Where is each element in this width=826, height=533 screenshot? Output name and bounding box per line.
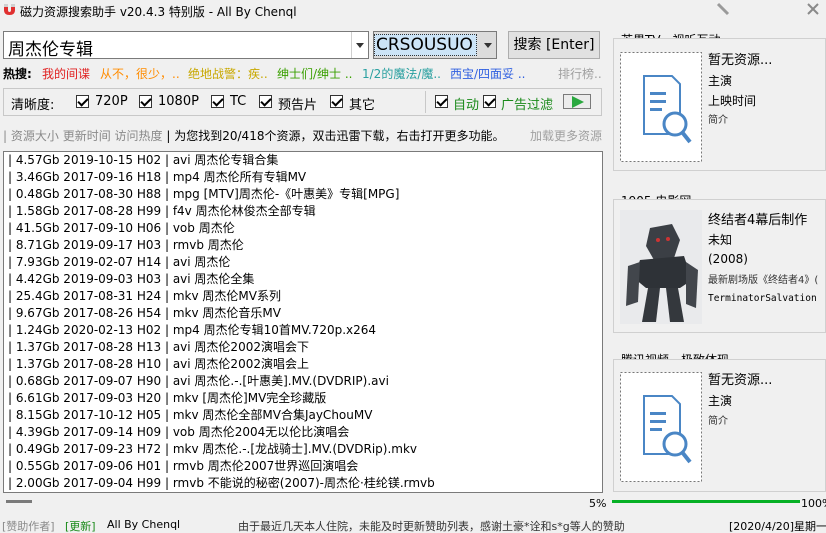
hot-item[interactable]: 绅士们/绅士 ..	[277, 65, 353, 82]
checkbox-label: 1080P	[158, 94, 199, 109]
close-icon[interactable]	[806, 2, 820, 16]
ad-filter-label: 广告过滤	[501, 98, 554, 113]
result-row[interactable]: | 1.24Gb 2020-02-13 H02 | mp4 周杰伦专辑10首MV…	[4, 322, 602, 339]
hot-item[interactable]: 绝地战警：疾..	[188, 65, 268, 82]
panel-name: 暂无资源...	[708, 373, 773, 388]
result-row[interactable]: | 0.48Gb 2017-08-30 H88 | mpg [MTV]周杰伦-《…	[4, 186, 602, 203]
load-more-link[interactable]: 加载更多资源	[530, 127, 602, 144]
checkbox-ad-filter[interactable]	[483, 95, 496, 108]
pin-icon[interactable]	[716, 2, 730, 16]
search-history-dropdown[interactable]	[351, 32, 368, 58]
chevron-down-icon	[483, 42, 492, 48]
checkbox-trailer[interactable]	[259, 95, 272, 108]
result-row[interactable]: | 8.71Gb 2019-09-17 H03 | rmvb 周杰伦	[4, 237, 602, 254]
sort-heat[interactable]: 访问热度	[115, 129, 163, 143]
panel-date: 上映时间	[708, 94, 757, 108]
notice-text: 由于最近几天本人住院，未能及时更新赞助列表，感谢土豪*诠和s*g等人的赞助	[238, 520, 625, 533]
checkbox-1080p[interactable]	[139, 95, 152, 108]
result-row[interactable]: | 1.37Gb 2017-08-28 H13 | avi 周杰伦2002演唱会…	[4, 339, 602, 356]
result-row[interactable]: | 9.67Gb 2017-08-26 H54 | mkv 周杰伦音乐MV	[4, 305, 602, 322]
result-row[interactable]: | 4.39Gb 2017-09-14 H09 | vob 周杰伦2004无以伦…	[4, 424, 602, 441]
document-search-icon	[620, 52, 702, 162]
panel-role: 主演	[708, 74, 733, 88]
hot-item[interactable]: 从不，很少，..	[100, 65, 180, 82]
checkbox-tc[interactable]	[211, 95, 224, 108]
checkbox-label: TC	[230, 94, 247, 109]
play-button[interactable]	[563, 94, 591, 109]
result-row[interactable]: | 4.42Gb 2019-09-03 H03 | avi 周杰伦全集	[4, 271, 602, 288]
robot-poster[interactable]	[620, 210, 702, 324]
auto-label: 自动	[453, 98, 480, 113]
hot-label: 热搜:	[3, 67, 32, 81]
results-list[interactable]: | 4.57Gb 2019-10-15 H02 | avi 周杰伦专辑合集 | 3…	[3, 151, 603, 493]
engine-value[interactable]: CRSOUSUO	[374, 34, 477, 56]
result-row[interactable]: | 0.55Gb 2017-09-06 H01 | rmvb 周杰伦2007世界…	[4, 458, 602, 475]
result-row[interactable]: | 41.5Gb 2017-09-10 H06 | vob 周杰伦	[4, 220, 602, 237]
panel-date: (2008)	[708, 252, 748, 266]
hot-item[interactable]: 西宝/四面妥 ..	[450, 65, 526, 82]
checkbox-720p[interactable]	[76, 95, 89, 108]
result-row[interactable]: | 0.68Gb 2017-09-07 H90 | avi 周杰伦.-.[叶惠美…	[4, 373, 602, 390]
result-row[interactable]: | 25.4Gb 2017-08-31 H24 | mkv 周杰伦MV系列	[4, 288, 602, 305]
result-row[interactable]: | 6.61Gb 2017-09-03 H20 | mkv [周杰伦]MV完全珍…	[4, 390, 602, 407]
window-title: 磁力资源搜索助手 v20.4.3 特别版 - All By Chenql	[20, 5, 297, 19]
result-row[interactable]: | 3.46Gb 2017-09-16 H18 | mp4 周杰伦所有专辑MV	[4, 169, 602, 186]
resolution-label: 清晰度:	[11, 98, 55, 113]
panel-progress-bar	[612, 500, 800, 503]
update-link[interactable]: [更新]	[65, 518, 96, 533]
horizontal-scrollbar[interactable]	[3, 493, 603, 510]
document-search-icon	[620, 372, 702, 482]
load-progress-text: 5%	[589, 497, 607, 510]
result-row[interactable]: | 2.00Gb 2017-09-04 H99 | rmvb 不能说的秘密(20…	[4, 475, 602, 492]
panel-desc: 简介	[708, 416, 728, 427]
checkbox-label: 其它	[349, 98, 376, 113]
result-summary: | 为您找到20/418个资源，双击迅雷下载，右击打开更多功能。	[166, 129, 505, 143]
hot-item[interactable]: 我的间谍	[42, 65, 90, 82]
result-row[interactable]: | 1.37Gb 2017-08-28 H10 | avi 周杰伦2002演唱会…	[4, 356, 602, 373]
checkbox-auto[interactable]	[435, 95, 448, 108]
checkbox-other[interactable]	[330, 95, 343, 108]
play-icon	[572, 96, 584, 108]
checkbox-label: 720P	[95, 94, 128, 109]
scrollbar-thumb[interactable]	[6, 500, 32, 503]
sort-time[interactable]: 更新时间	[63, 129, 111, 143]
sort-row: | 资源大小 更新时间 访问热度 | 为您找到20/418个资源，双击迅雷下载，…	[3, 129, 505, 143]
panel-desc: 简介	[708, 115, 728, 126]
hot-item[interactable]: 1/2的魔法/魔..	[362, 65, 441, 82]
panel-desc: 最新剧场版《终结者4》(	[708, 275, 819, 286]
author-text: All By Chenql	[107, 518, 181, 531]
magnet-app-icon	[4, 4, 15, 15]
checkbox-label: 预告片	[278, 98, 318, 113]
panel-name: 暂无资源...	[708, 53, 773, 68]
result-row[interactable]: | 1.58Gb 2017-08-28 H99 | f4v 周杰伦林俊杰全部专辑	[4, 203, 602, 220]
date-text: [2020/4/20]星期一	[729, 520, 826, 533]
result-row[interactable]: | 8.15Gb 2017-10-12 H05 | mkv 周杰伦全部MV合集J…	[4, 407, 602, 424]
ranking-link[interactable]: 排行榜..	[558, 65, 602, 82]
engine-dropdown-button[interactable]	[479, 32, 496, 58]
result-row[interactable]: | 7.93Gb 2019-02-07 H14 | avi 周杰伦	[4, 254, 602, 271]
panel-role: 主演	[708, 394, 733, 408]
panel-role: 未知	[708, 233, 733, 247]
result-row[interactable]: | 0.49Gb 2017-09-23 H72 | mkv 周杰伦.-.[龙战骑…	[4, 441, 602, 458]
sort-size[interactable]: 资源大小	[11, 129, 59, 143]
divider	[425, 91, 426, 113]
search-button[interactable]: 搜索 [Enter]	[508, 31, 600, 59]
chevron-down-icon	[356, 42, 364, 48]
panel-desc-en: TerminatorSalvation	[708, 293, 817, 304]
search-input[interactable]: 周杰伦专辑	[3, 31, 369, 59]
sponsor-link[interactable]: [赞助作者]	[2, 518, 55, 533]
panel-progress-text: 100%	[801, 497, 826, 510]
result-row[interactable]: | 4.57Gb 2019-10-15 H02 | avi 周杰伦专辑合集	[4, 152, 602, 169]
panel-name: 终结者4幕后制作	[708, 213, 808, 228]
